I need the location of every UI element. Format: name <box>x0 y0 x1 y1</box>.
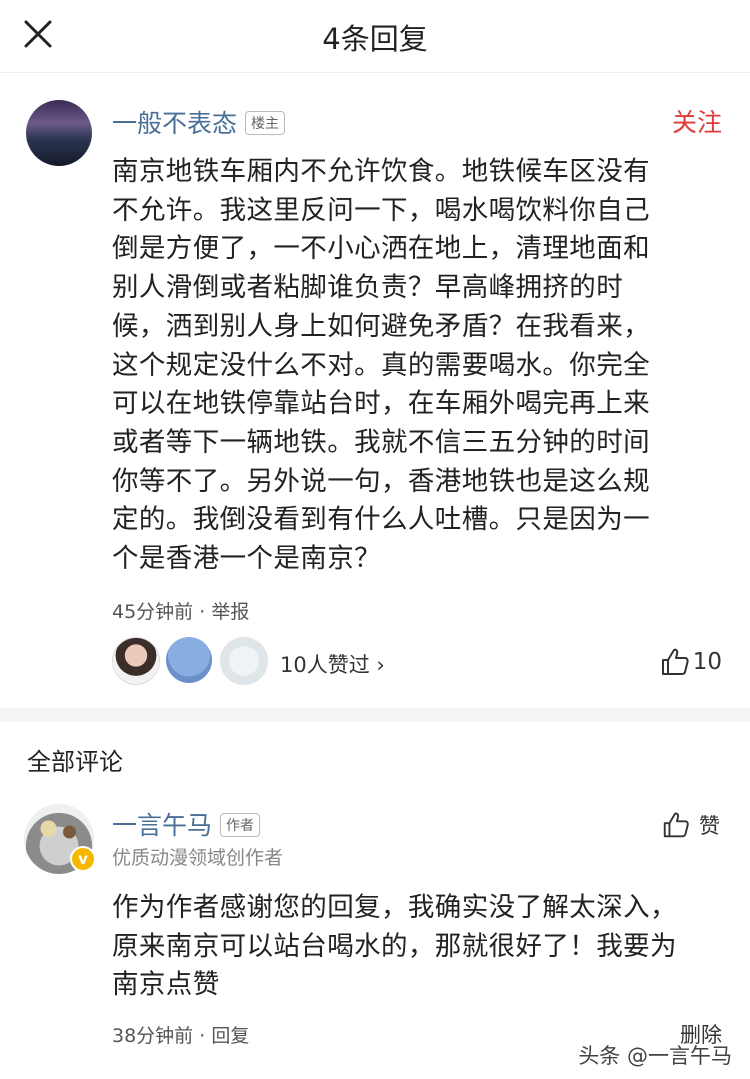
main-comment: 一般不表态 楼主 关注 南京地铁车厢内不允许饮食。地铁候车区没有 不允许。我这里反… <box>0 72 750 709</box>
reply-user-subtitle: 优质动漫领域创作者 <box>112 847 284 869</box>
reply-button[interactable]: 回复 <box>211 1025 249 1047</box>
like-count: 10 <box>692 649 722 675</box>
reply-like-label: 赞 <box>699 814 720 838</box>
follow-button[interactable]: 关注 <box>672 103 722 139</box>
author-badge: 作者 <box>220 813 261 837</box>
reply-like-button[interactable]: 赞 <box>661 810 720 840</box>
username-text[interactable]: 一般不表态 <box>112 109 237 138</box>
meta-separator: · <box>193 1025 212 1047</box>
liker-avatar[interactable] <box>112 637 160 685</box>
liker-avatar[interactable] <box>220 637 268 685</box>
comment-meta: 45分钟前 · 举报 <box>112 597 249 624</box>
avatar[interactable] <box>26 100 92 166</box>
reply-content: 作为作者感谢您的回复，我确实没了解太深入， 原来南京可以站台喝水的，那就很好了！… <box>112 892 677 1001</box>
watermark: 头条 @一言午马 <box>578 1044 732 1068</box>
page-title: 4条回复 <box>322 22 428 56</box>
reply-username-text[interactable]: 一言午马 <box>112 811 212 840</box>
thumbs-up-icon <box>663 812 689 838</box>
reply-username-link[interactable]: 一言午马 作者 <box>112 806 261 842</box>
report-button[interactable]: 举报 <box>211 601 249 623</box>
reply-meta: 38分钟前 · 回复 <box>112 1021 249 1048</box>
reply-time: 38分钟前 <box>112 1025 194 1047</box>
section-divider <box>0 708 750 722</box>
owner-badge: 楼主 <box>245 111 286 135</box>
comment-content: 南京地铁车厢内不允许饮食。地铁候车区没有 不允许。我这里反问一下，喝水喝饮料你自… <box>112 156 650 575</box>
thumbs-up-icon <box>661 648 689 675</box>
section-title: 全部评论 <box>27 748 123 776</box>
username-link[interactable]: 一般不表态 楼主 <box>112 104 286 140</box>
verified-icon: v <box>70 846 96 872</box>
like-button[interactable]: 10 <box>659 646 722 678</box>
comment-time: 45分钟前 <box>112 601 194 623</box>
top-bar: 4条回复 <box>0 0 750 72</box>
meta-separator: · <box>193 601 212 623</box>
liker-avatar[interactable] <box>166 637 212 683</box>
likers-list-link[interactable]: 10人赞过 › <box>280 649 385 679</box>
